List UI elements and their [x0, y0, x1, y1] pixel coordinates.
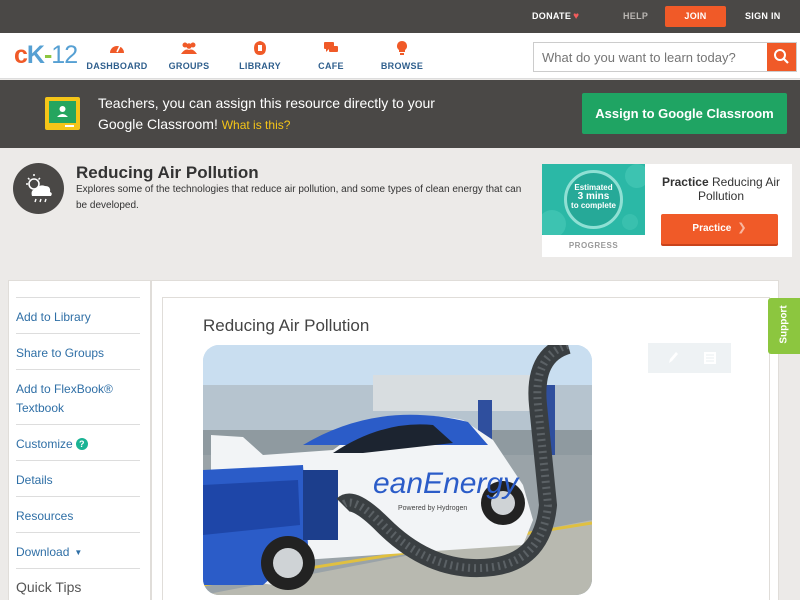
- article-title: Reducing Air Pollution: [203, 316, 370, 335]
- search-input[interactable]: [534, 43, 768, 71]
- top-utility-bar: DONATE ♥ HELP JOIN SIGN IN: [0, 0, 800, 33]
- nav-groups[interactable]: GROUPS: [154, 40, 224, 71]
- sign-in-link[interactable]: SIGN IN: [745, 0, 781, 33]
- donate-label: DONATE: [532, 11, 572, 21]
- chevron-right-icon: ❯: [737, 222, 747, 234]
- sidebar-item-download[interactable]: Download ▼: [16, 532, 140, 562]
- dashboard-icon: [110, 45, 124, 53]
- search-button[interactable]: [767, 43, 796, 71]
- sidebar-item-add-to-flexbook[interactable]: Add to FlexBook® Textbook: [16, 369, 140, 418]
- progress-label: PROGRESS: [568, 241, 619, 250]
- sidebar: Add to Library Share to Groups Add to Fl…: [8, 280, 151, 600]
- photo-car-decal: eanEnergy: [373, 467, 520, 500]
- nav-cafe-label: CAFE: [318, 61, 344, 71]
- estimated-time-badge: Estimated 3 mins to complete: [564, 170, 623, 229]
- heart-icon: ♥: [573, 11, 580, 22]
- logo-num: 12: [51, 41, 78, 69]
- nav-library-label: LIBRARY: [239, 61, 281, 71]
- practice-button[interactable]: Practice ❯: [661, 214, 778, 244]
- practice-thumbnail: Estimated 3 mins to complete: [542, 164, 645, 235]
- main-content: Reducing Air Pollution eanEnergy Powered…: [151, 280, 779, 600]
- donate-link[interactable]: DONATE ♥: [532, 0, 579, 33]
- sidebar-item-add-to-library[interactable]: Add to Library: [16, 297, 140, 327]
- search-box: [533, 42, 797, 72]
- search-icon: [774, 49, 789, 64]
- estimate-line3: to complete: [571, 201, 616, 210]
- join-button[interactable]: JOIN: [665, 6, 726, 27]
- notes-icon[interactable]: [703, 351, 717, 365]
- nav-browse[interactable]: BROWSE: [367, 40, 437, 71]
- what-is-this-link[interactable]: What is this?: [222, 118, 291, 132]
- nav-cafe[interactable]: CAFE: [296, 40, 366, 71]
- nav-browse-label: BROWSE: [380, 61, 424, 71]
- main-nav: cK-12 DASHBOARD GROUPS LIBRARY CAFE BROW…: [0, 33, 800, 79]
- photo-car-subtext: Powered by Hydrogen: [398, 505, 467, 512]
- nav-groups-label: GROUPS: [168, 61, 210, 71]
- support-label: Support: [778, 305, 790, 344]
- article-image: eanEnergy Powered by Hydrogen: [203, 345, 592, 595]
- assign-to-google-classroom-button[interactable]: Assign to Google Classroom: [582, 93, 787, 134]
- hydrogen-car-photo: eanEnergy Powered by Hydrogen: [203, 345, 592, 595]
- quick-tips-heading: Quick Tips: [16, 568, 140, 595]
- nav-dashboard-label: DASHBOARD: [86, 61, 148, 71]
- sidebar-item-details[interactable]: Details: [16, 460, 140, 490]
- ck12-logo[interactable]: cK-12: [14, 41, 78, 70]
- concept-icon: [13, 163, 64, 214]
- cafe-icon: [324, 42, 338, 52]
- nav-dashboard[interactable]: DASHBOARD: [82, 40, 152, 71]
- sidebar-item-customize[interactable]: Customize?: [16, 424, 140, 454]
- help-icon[interactable]: ?: [75, 438, 88, 450]
- article-card: Reducing Air Pollution eanEnergy Powered…: [162, 297, 770, 600]
- practice-title: Practice Reducing Air Pollution: [650, 175, 792, 203]
- nav-library[interactable]: LIBRARY: [225, 40, 295, 71]
- browse-icon: [397, 41, 407, 55]
- logo-k: K: [26, 41, 45, 69]
- customize-label: Customize: [16, 437, 73, 451]
- google-classroom-banner: Teachers, you can assign this resource d…: [0, 80, 800, 148]
- practice-card: Estimated 3 mins to complete PROGRESS Prac…: [542, 164, 792, 257]
- weather-icon: [26, 174, 52, 203]
- sidebar-item-resources[interactable]: Resources: [16, 496, 140, 526]
- download-label: Download: [16, 545, 70, 559]
- page-description: Explores some of the technologies that r…: [76, 184, 522, 211]
- sidebar-item-share-to-groups[interactable]: Share to Groups: [16, 333, 140, 363]
- library-icon: [254, 41, 266, 55]
- annotation-toolbar: [648, 343, 731, 373]
- support-tab[interactable]: Support: [768, 298, 800, 354]
- pencil-icon[interactable]: [666, 350, 680, 365]
- practice-title-prefix: Practice: [661, 175, 709, 189]
- logo-c: c: [14, 41, 28, 69]
- practice-title-rest: Reducing Air Pollution: [697, 175, 781, 203]
- page-title: Reducing Air Pollution: [76, 163, 259, 182]
- classroom-message: Teachers, you can assign this resource d…: [98, 93, 458, 136]
- help-link[interactable]: HELP: [623, 0, 648, 33]
- groups-icon: [181, 42, 197, 54]
- caret-down-icon: ▼: [74, 548, 83, 557]
- google-classroom-icon: [45, 97, 80, 130]
- practice-button-label: Practice: [692, 223, 732, 234]
